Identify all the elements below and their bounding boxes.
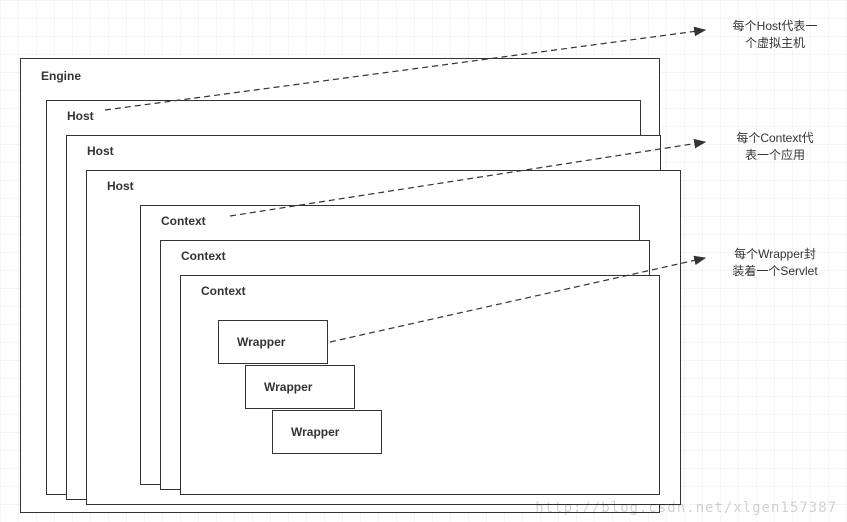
wrapper-label-2: Wrapper (264, 380, 312, 394)
annotation-context-line2: 表一个应用 (745, 148, 805, 162)
annotation-wrapper-line1: 每个Wrapper封 (734, 247, 816, 261)
annotation-host: 每个Host代表一 个虚拟主机 (710, 18, 840, 52)
wrapper-box-3: Wrapper (272, 410, 382, 454)
host-label-1: Host (67, 109, 94, 123)
context-label-1: Context (161, 214, 206, 228)
annotation-wrapper: 每个Wrapper封 装着一个Servlet (710, 246, 840, 280)
context-label-2: Context (181, 249, 226, 263)
annotation-host-line2: 个虚拟主机 (745, 36, 805, 50)
watermark-text: http://blog.csdn.net/xlgen157387 (535, 500, 837, 516)
wrapper-box-1: Wrapper (218, 320, 328, 364)
context-label-3: Context (201, 284, 246, 298)
wrapper-label-1: Wrapper (237, 335, 285, 349)
host-label-3: Host (107, 179, 134, 193)
annotation-context-line1: 每个Context代 (736, 131, 813, 145)
annotation-context: 每个Context代 表一个应用 (710, 130, 840, 164)
wrapper-label-3: Wrapper (291, 425, 339, 439)
host-label-2: Host (87, 144, 114, 158)
annotation-wrapper-line2: 装着一个Servlet (732, 264, 817, 278)
engine-label: Engine (41, 69, 81, 83)
annotation-host-line1: 每个Host代表一 (733, 19, 818, 33)
wrapper-box-2: Wrapper (245, 365, 355, 409)
